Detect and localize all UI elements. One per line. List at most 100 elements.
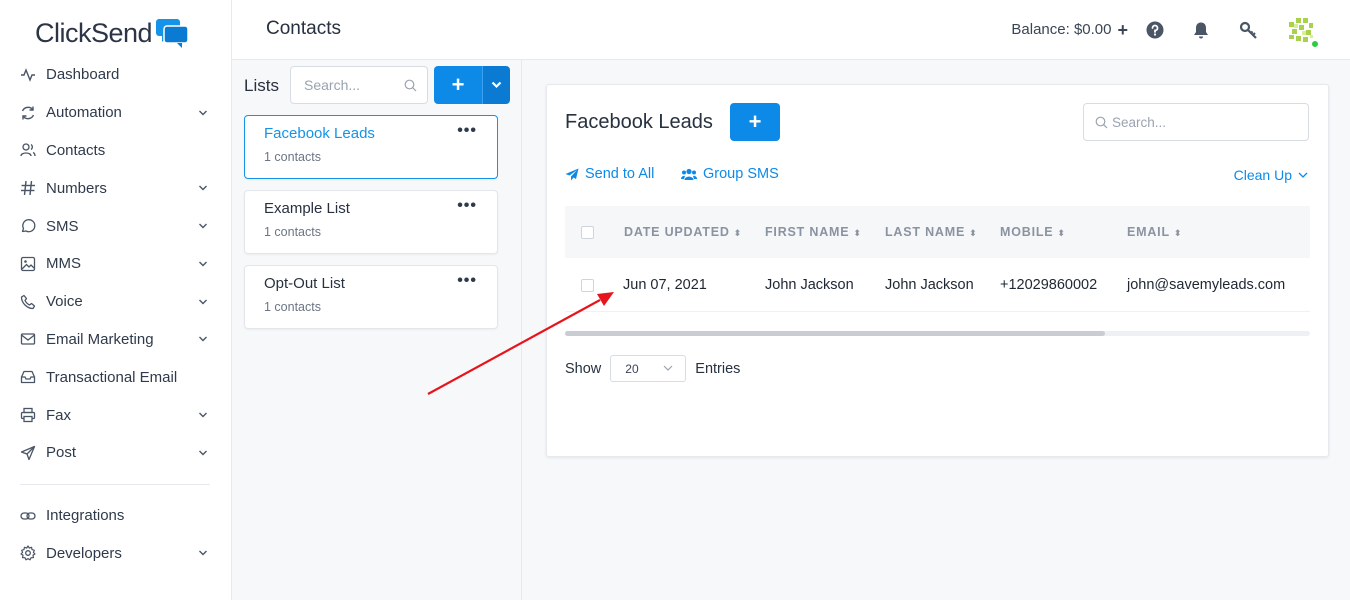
scrollbar-thumb[interactable] bbox=[565, 331, 1105, 336]
row-checkbox[interactable] bbox=[581, 279, 594, 292]
sidebar-item-post[interactable]: Post bbox=[0, 434, 232, 472]
bell-icon[interactable] bbox=[1191, 20, 1211, 40]
sidebar-item-label: Voice bbox=[46, 293, 83, 311]
chevron-down-icon bbox=[199, 550, 207, 556]
sidebar-item-integrations[interactable]: Integrations bbox=[0, 497, 232, 535]
table-row[interactable]: Jun 07, 2021 John Jackson John Jackson +… bbox=[565, 258, 1310, 312]
sort-icon: ⬍ bbox=[1057, 228, 1066, 238]
list-name: Opt-Out List bbox=[264, 275, 345, 292]
lists-panel: Lists Search... + Facebook Leads 1 conta… bbox=[232, 60, 522, 600]
entries-value: 20 bbox=[625, 361, 639, 376]
sidebar-item-transactional-email[interactable]: Transactional Email bbox=[0, 358, 232, 396]
list-contact-count: 1 contacts bbox=[264, 225, 321, 239]
sidebar-item-label: Dashboard bbox=[46, 66, 120, 84]
add-contact-button[interactable]: + bbox=[730, 103, 780, 141]
sort-icon: ⬍ bbox=[733, 228, 743, 238]
balance-button[interactable]: Balance: $0.00 + bbox=[1011, 19, 1128, 40]
list-card-facebook-leads[interactable]: Facebook Leads 1 contacts ••• bbox=[244, 115, 498, 179]
sidebar-item-automation[interactable]: Automation bbox=[0, 94, 232, 132]
sidebar-item-numbers[interactable]: Numbers bbox=[0, 169, 232, 207]
chat-bubble-logo-icon bbox=[156, 19, 189, 48]
inbox-icon bbox=[19, 369, 36, 386]
add-list-button[interactable]: + bbox=[434, 66, 482, 104]
column-header-last-name[interactable]: LAST NAME ⬍ bbox=[885, 225, 977, 239]
chevron-down-icon bbox=[199, 185, 207, 191]
sidebar-item-sms[interactable]: SMS bbox=[0, 207, 232, 245]
search-icon bbox=[1095, 116, 1108, 129]
column-header-label: MOBILE bbox=[1000, 225, 1054, 239]
chevron-down-icon bbox=[199, 299, 207, 305]
sidebar-item-email-marketing[interactable]: Email Marketing bbox=[0, 321, 232, 359]
page-title: Contacts bbox=[266, 18, 341, 39]
sidebar-item-fax[interactable]: Fax bbox=[0, 396, 232, 434]
printer-icon bbox=[19, 407, 36, 424]
sidebar-item-label: Integrations bbox=[46, 507, 125, 525]
entries-label: Entries bbox=[695, 360, 741, 377]
list-contact-count: 1 contacts bbox=[264, 150, 321, 164]
chevron-down-icon bbox=[199, 412, 207, 418]
sidebar-item-dashboard[interactable]: Dashboard bbox=[0, 56, 232, 94]
sidebar-item-voice[interactable]: Voice bbox=[0, 283, 232, 321]
users-group-icon bbox=[681, 168, 697, 180]
more-options-icon[interactable]: ••• bbox=[457, 273, 477, 289]
cell-date-updated: Jun 07, 2021 bbox=[623, 276, 707, 293]
sidebar-nav: Dashboard Automation Contacts Numbers SM… bbox=[0, 56, 232, 572]
list-detail-title: Facebook Leads bbox=[565, 111, 713, 133]
sidebar-item-label: Fax bbox=[46, 406, 72, 424]
entries-per-page-select[interactable]: 20 bbox=[610, 355, 687, 382]
column-header-mobile[interactable]: MOBILE ⬍ bbox=[1000, 225, 1066, 239]
add-list-dropdown-button[interactable] bbox=[482, 66, 510, 104]
sidebar-item-developers[interactable]: Developers bbox=[0, 535, 232, 573]
sidebar: ClickSend Dashboard Automation Contacts … bbox=[0, 0, 232, 600]
cell-first-name: John Jackson bbox=[765, 276, 854, 293]
sidebar-item-label: SMS bbox=[46, 217, 79, 235]
sidebar-item-label: Contacts bbox=[46, 141, 106, 159]
sidebar-item-label: Automation bbox=[46, 104, 122, 122]
list-card-example-list[interactable]: Example List 1 contacts ••• bbox=[244, 190, 498, 254]
contacts-search-input[interactable]: Search... bbox=[1083, 103, 1309, 141]
column-header-email[interactable]: EMAIL ⬍ bbox=[1127, 225, 1182, 239]
show-label: Show bbox=[565, 360, 602, 377]
settings-icon bbox=[19, 545, 36, 562]
entries-control: Show 20 Entries bbox=[565, 355, 740, 382]
balance-text: Balance: $0.00 bbox=[1011, 21, 1112, 38]
list-detail-card: Facebook Leads + Search... Send to All G… bbox=[546, 84, 1329, 457]
clicksend-logo[interactable]: ClickSend bbox=[35, 16, 190, 50]
list-card-opt-out-list[interactable]: Opt-Out List 1 contacts ••• bbox=[244, 265, 498, 329]
column-header-date-updated[interactable]: DATE UPDATED ⬍ bbox=[624, 225, 742, 239]
group-sms-link[interactable]: Group SMS bbox=[681, 166, 779, 182]
select-all-checkbox[interactable] bbox=[581, 226, 594, 239]
column-header-first-name[interactable]: FIRST NAME ⬍ bbox=[765, 225, 862, 239]
link-icon bbox=[19, 507, 36, 524]
clean-up-dropdown[interactable]: Clean Up bbox=[1234, 167, 1308, 183]
sidebar-item-contacts[interactable]: Contacts bbox=[0, 132, 232, 170]
hash-icon bbox=[19, 180, 36, 197]
sidebar-item-mms[interactable]: MMS bbox=[0, 245, 232, 283]
more-options-icon[interactable]: ••• bbox=[457, 198, 477, 214]
horizontal-scrollbar[interactable] bbox=[565, 331, 1310, 336]
sort-icon: ⬍ bbox=[1173, 228, 1183, 238]
lists-search-placeholder: Search... bbox=[304, 77, 361, 93]
add-list-split-button: + bbox=[434, 66, 510, 104]
add-balance-icon: + bbox=[1117, 19, 1128, 40]
activity-icon bbox=[19, 66, 36, 83]
key-icon[interactable] bbox=[1238, 20, 1258, 40]
help-icon[interactable] bbox=[1145, 20, 1165, 40]
sidebar-item-label: Developers bbox=[46, 544, 122, 562]
more-options-icon[interactable]: ••• bbox=[457, 123, 477, 139]
logo-text: ClickSend bbox=[35, 17, 153, 48]
list-contact-count: 1 contacts bbox=[264, 300, 321, 314]
sort-icon: ⬍ bbox=[853, 228, 862, 238]
sidebar-item-label: Post bbox=[46, 444, 77, 462]
chevron-down-icon bbox=[199, 261, 207, 267]
send-to-all-link[interactable]: Send to All bbox=[565, 166, 654, 182]
table-header-row: DATE UPDATED ⬍ FIRST NAME ⬍ LAST NAME ⬍ MOB… bbox=[565, 206, 1310, 258]
search-icon bbox=[404, 79, 417, 92]
image-icon bbox=[19, 255, 36, 272]
contacts-search-placeholder: Search... bbox=[1112, 114, 1167, 130]
column-header-label: DATE UPDATED bbox=[624, 225, 730, 239]
chevron-down-icon bbox=[1298, 172, 1308, 178]
lists-search-input[interactable]: Search... bbox=[290, 66, 428, 104]
chevron-down-icon bbox=[199, 336, 207, 342]
clean-up-label: Clean Up bbox=[1233, 167, 1292, 183]
